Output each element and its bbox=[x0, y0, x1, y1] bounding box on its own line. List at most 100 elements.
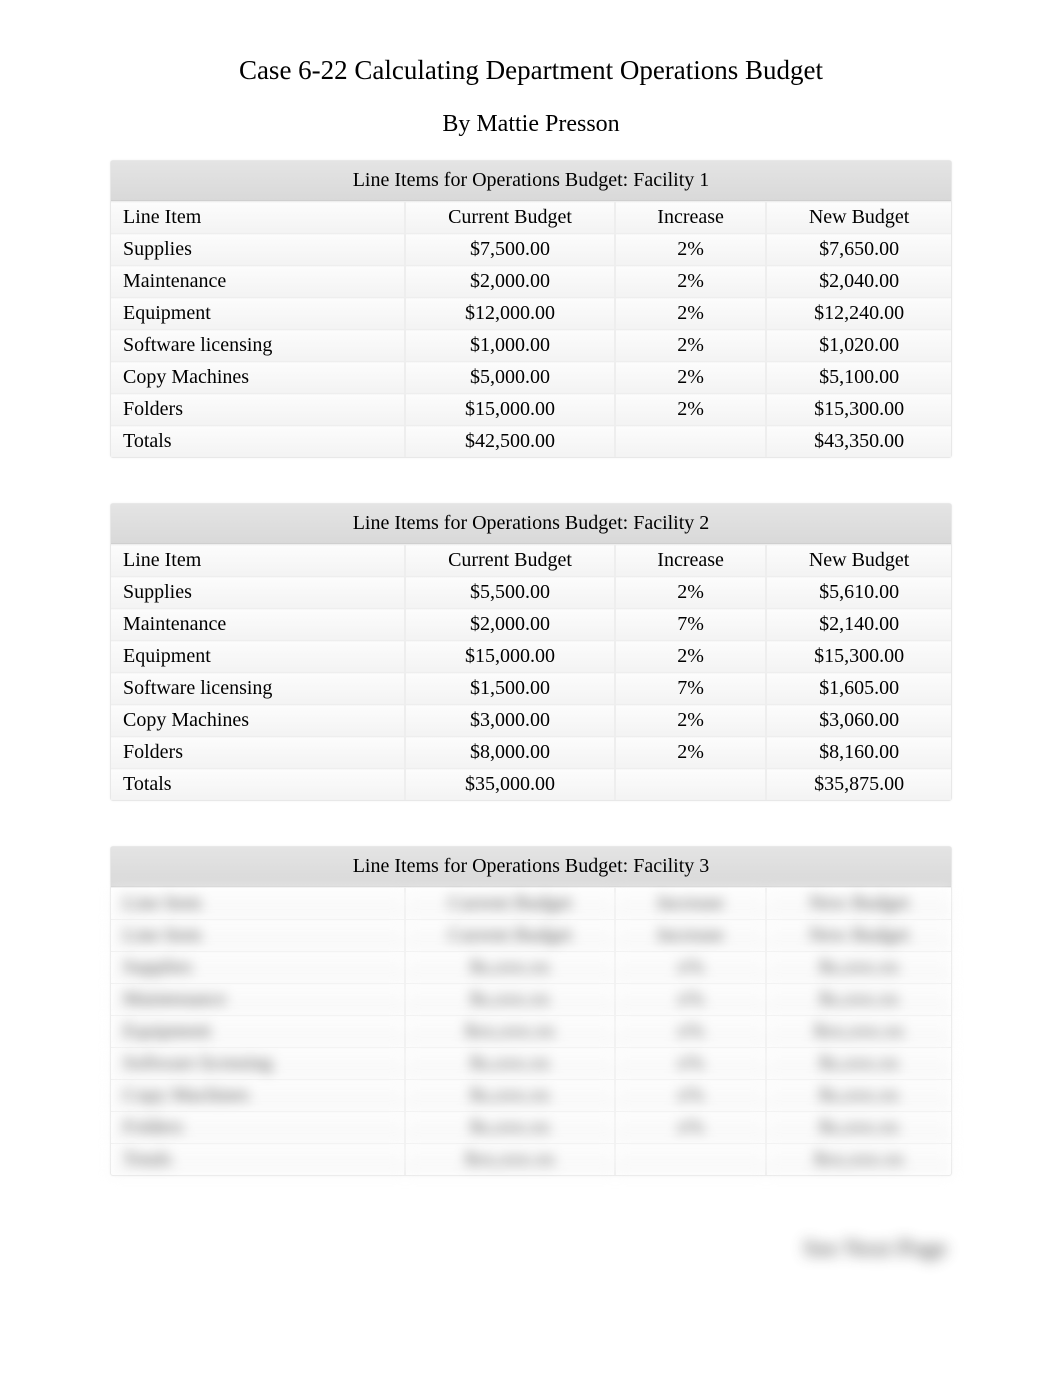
footer-note: See Next Page bbox=[90, 1236, 947, 1263]
table-row: Maintenance$2,000.002%$2,040.00 bbox=[111, 266, 951, 298]
col-header-increase: Increase bbox=[615, 202, 766, 234]
table-row: Folders$15,000.002%$15,300.00 bbox=[111, 394, 951, 426]
cell-name: Folders bbox=[111, 1112, 405, 1144]
cell-newb: $1,605.00 bbox=[766, 673, 951, 705]
cell-increase: 7% bbox=[615, 609, 766, 641]
cell-increase: 2% bbox=[615, 641, 766, 673]
cell-current: $5,500.00 bbox=[405, 577, 615, 609]
cell-increase: 7% bbox=[615, 673, 766, 705]
col-header-current: Current Budget bbox=[405, 888, 615, 920]
cell-current: $15,000.00 bbox=[405, 641, 615, 673]
totals-cell-name: Totals bbox=[111, 769, 405, 801]
tables-container: Line Items for Operations Budget: Facili… bbox=[90, 160, 972, 1176]
table: Line Items for Operations Budget: Facili… bbox=[111, 504, 951, 800]
cell-newb: $x,xxx.xx bbox=[766, 1048, 951, 1080]
cell-newb: $2,140.00 bbox=[766, 609, 951, 641]
table-header-row: Line ItemCurrent BudgetIncreaseNew Budge… bbox=[111, 202, 951, 234]
table: Line Items for Operations Budget: Facili… bbox=[111, 161, 951, 457]
cell-newb: $2,040.00 bbox=[766, 266, 951, 298]
cell-name: Copy Machines bbox=[111, 1080, 405, 1112]
table-row: Line ItemCurrent BudgetIncreaseNew Budge… bbox=[111, 920, 951, 952]
table-caption: Line Items for Operations Budget: Facili… bbox=[111, 161, 951, 201]
totals-row: Totals$xx,xxx.xx$xx,xxx.xx bbox=[111, 1144, 951, 1176]
col-header-name: Line Item bbox=[111, 202, 405, 234]
byline: By Mattie Presson bbox=[90, 111, 972, 138]
table-row: Equipment$xx,xxx.xxx%$xx,xxx.xx bbox=[111, 1016, 951, 1048]
cell-current: $3,000.00 bbox=[405, 705, 615, 737]
totals-cell-newb: $35,875.00 bbox=[766, 769, 951, 801]
cell-name: Maintenance bbox=[111, 266, 405, 298]
budget-table-facility-1: Line Items for Operations Budget: Facili… bbox=[110, 160, 952, 458]
table-row: Folders$8,000.002%$8,160.00 bbox=[111, 737, 951, 769]
col-header-current: Current Budget bbox=[405, 202, 615, 234]
table-row: Software licensing$x,xxx.xxx%$x,xxx.xx bbox=[111, 1048, 951, 1080]
cell-newb: $15,300.00 bbox=[766, 394, 951, 426]
cell-current: $x,xxx.xx bbox=[405, 1080, 615, 1112]
col-header-increase: Increase bbox=[615, 888, 766, 920]
cell-name: Folders bbox=[111, 394, 405, 426]
cell-name: Equipment bbox=[111, 1016, 405, 1048]
totals-cell-current: $35,000.00 bbox=[405, 769, 615, 801]
cell-current: $x,xxx.xx bbox=[405, 952, 615, 984]
cell-newb: $x,xxx.xx bbox=[766, 952, 951, 984]
cell-name: Maintenance bbox=[111, 609, 405, 641]
col-header-current: Current Budget bbox=[405, 545, 615, 577]
table-caption: Line Items for Operations Budget: Facili… bbox=[111, 504, 951, 544]
table-row: Maintenance$x,xxx.xxx%$x,xxx.xx bbox=[111, 984, 951, 1016]
cell-name: Supplies bbox=[111, 234, 405, 266]
cell-current: $12,000.00 bbox=[405, 298, 615, 330]
cell-increase: 2% bbox=[615, 394, 766, 426]
cell-name: Line Item bbox=[111, 920, 405, 952]
cell-newb: $8,160.00 bbox=[766, 737, 951, 769]
table-row: Software licensing$1,000.002%$1,020.00 bbox=[111, 330, 951, 362]
cell-newb: New Budget bbox=[766, 920, 951, 952]
table-row: Copy Machines$3,000.002%$3,060.00 bbox=[111, 705, 951, 737]
table-row: Equipment$12,000.002%$12,240.00 bbox=[111, 298, 951, 330]
budget-table-facility-3: Line Items for Operations Budget: Facili… bbox=[110, 846, 952, 1176]
cell-name: Software licensing bbox=[111, 330, 405, 362]
cell-name: Supplies bbox=[111, 577, 405, 609]
col-header-newb: New Budget bbox=[766, 202, 951, 234]
cell-increase: 2% bbox=[615, 737, 766, 769]
cell-current: $x,xxx.xx bbox=[405, 1112, 615, 1144]
cell-newb: $5,100.00 bbox=[766, 362, 951, 394]
totals-cell-newb: $xx,xxx.xx bbox=[766, 1144, 951, 1176]
totals-cell-name: Totals bbox=[111, 426, 405, 458]
cell-increase: x% bbox=[615, 1016, 766, 1048]
cell-name: Copy Machines bbox=[111, 362, 405, 394]
table-row: Equipment$15,000.002%$15,300.00 bbox=[111, 641, 951, 673]
cell-increase: x% bbox=[615, 1048, 766, 1080]
cell-name: Equipment bbox=[111, 641, 405, 673]
totals-cell-current: $xx,xxx.xx bbox=[405, 1144, 615, 1176]
cell-increase: x% bbox=[615, 1080, 766, 1112]
cell-newb: $x,xxx.xx bbox=[766, 984, 951, 1016]
cell-name: Folders bbox=[111, 737, 405, 769]
cell-newb: $x,xxx.xx bbox=[766, 1080, 951, 1112]
cell-newb: $3,060.00 bbox=[766, 705, 951, 737]
cell-name: Software licensing bbox=[111, 1048, 405, 1080]
col-header-newb: New Budget bbox=[766, 545, 951, 577]
table-header-row: Line ItemCurrent BudgetIncreaseNew Budge… bbox=[111, 545, 951, 577]
cell-name: Supplies bbox=[111, 952, 405, 984]
cell-current: $x,xxx.xx bbox=[405, 1048, 615, 1080]
cell-name: Maintenance bbox=[111, 984, 405, 1016]
cell-increase: x% bbox=[615, 1112, 766, 1144]
totals-row: Totals$35,000.00 $35,875.00 bbox=[111, 769, 951, 801]
cell-current: $1,000.00 bbox=[405, 330, 615, 362]
table-row: Folders$x,xxx.xxx%$x,xxx.xx bbox=[111, 1112, 951, 1144]
cell-current: $x,xxx.xx bbox=[405, 984, 615, 1016]
cell-current: $5,000.00 bbox=[405, 362, 615, 394]
totals-cell-newb: $43,350.00 bbox=[766, 426, 951, 458]
cell-increase: 2% bbox=[615, 577, 766, 609]
cell-increase: 2% bbox=[615, 705, 766, 737]
cell-increase: Increase bbox=[615, 920, 766, 952]
cell-current: Current Budget bbox=[405, 920, 615, 952]
cell-current: $2,000.00 bbox=[405, 266, 615, 298]
totals-cell-increase bbox=[615, 426, 766, 458]
table-row: Copy Machines$5,000.002%$5,100.00 bbox=[111, 362, 951, 394]
cell-current: $xx,xxx.xx bbox=[405, 1016, 615, 1048]
totals-cell-increase bbox=[615, 769, 766, 801]
table-row: Maintenance$2,000.007%$2,140.00 bbox=[111, 609, 951, 641]
table-row: Copy Machines$x,xxx.xxx%$x,xxx.xx bbox=[111, 1080, 951, 1112]
cell-increase: 2% bbox=[615, 234, 766, 266]
